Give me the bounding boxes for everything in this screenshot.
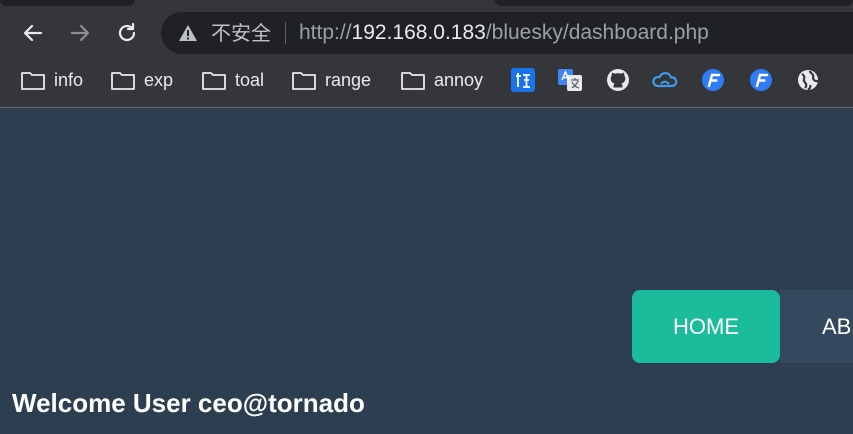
tab-edge xyxy=(495,0,853,6)
bookmark-label: info xyxy=(54,69,84,90)
github-icon[interactable] xyxy=(605,68,631,92)
url-path: /bluesky/dashboard.php xyxy=(485,21,709,44)
url-text[interactable]: http://192.168.0.183/bluesky/dashboard.p… xyxy=(299,21,709,45)
address-bar[interactable]: 不安全 http://192.168.0.183/bluesky/dashboa… xyxy=(161,12,853,54)
folder-icon xyxy=(401,72,425,90)
bookmark-annoy[interactable]: annoy xyxy=(401,62,483,98)
bookmark-label: annoy xyxy=(434,69,484,90)
translate-icon[interactable] xyxy=(510,68,536,92)
browser-chrome: 不安全 http://192.168.0.183/bluesky/dashboa… xyxy=(0,0,853,108)
folder-icon xyxy=(292,72,316,90)
bookmark-label: toal xyxy=(235,69,265,90)
welcome-message: Welcome User ceo@tornado xyxy=(12,388,365,418)
bookmark-label: exp xyxy=(144,69,174,90)
bookmark-label: range xyxy=(325,69,372,90)
back-icon[interactable] xyxy=(17,17,49,49)
bookmark-info[interactable]: info xyxy=(21,62,83,98)
warning-icon[interactable] xyxy=(178,24,198,42)
content-border xyxy=(0,107,853,108)
fp-icon[interactable] xyxy=(700,68,726,92)
nav-about-button[interactable]: AB xyxy=(780,290,853,363)
bookmark-exp[interactable]: exp xyxy=(111,62,173,98)
forward-icon[interactable] xyxy=(64,17,96,49)
folder-icon xyxy=(21,72,45,90)
bookmark-range[interactable]: range xyxy=(292,62,371,98)
folder-icon xyxy=(111,72,135,90)
folder-icon xyxy=(202,72,226,90)
separator xyxy=(285,22,286,44)
url-scheme: http:// xyxy=(299,21,352,44)
tab-edge xyxy=(0,0,135,6)
fp-icon[interactable] xyxy=(748,68,774,92)
bookmarks-bar: info exp toal range annoy xyxy=(0,62,853,98)
globe-icon[interactable] xyxy=(795,68,821,92)
url-host: 192.168.0.183 xyxy=(351,21,486,44)
nav-home-button[interactable]: HOME xyxy=(632,290,780,363)
reload-icon[interactable] xyxy=(111,17,143,49)
cloud-icon[interactable] xyxy=(652,68,678,92)
google-translate-icon[interactable] xyxy=(557,68,583,92)
bookmark-toal[interactable]: toal xyxy=(202,62,264,98)
security-label[interactable]: 不安全 xyxy=(211,21,271,45)
